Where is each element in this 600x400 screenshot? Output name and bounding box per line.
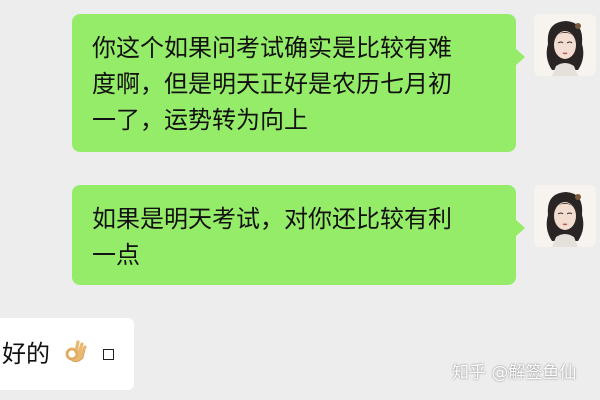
avatar-portrait-icon	[534, 185, 596, 247]
message-text: 好的	[2, 340, 50, 368]
message-line: 如果是明天考试，对你还比较有利	[92, 205, 452, 233]
avatar[interactable]	[534, 14, 596, 76]
message-line: 一了，运势转为向上	[92, 106, 308, 134]
message-bubble-1[interactable]: 你这个如果问考试确实是比较有难 度啊，但是明天正好是农历七月初 一了，运势转为向…	[72, 14, 525, 152]
message-line: 度啊，但是明天正好是农历七月初	[92, 70, 452, 98]
message-bubble-2[interactable]: 如果是明天考试，对你还比较有利 一点	[72, 185, 525, 285]
box-icon	[103, 349, 115, 360]
message-line: 你这个如果问考试确实是比较有难	[92, 34, 452, 62]
avatar[interactable]	[534, 185, 596, 247]
avatar-portrait-icon	[534, 14, 596, 76]
watermark: 知乎 @解签鱼仙	[452, 363, 577, 383]
ok-hand-icon	[64, 339, 88, 375]
message-bubble-3[interactable]: 好的	[0, 318, 134, 390]
message-line: 一点	[92, 241, 140, 269]
